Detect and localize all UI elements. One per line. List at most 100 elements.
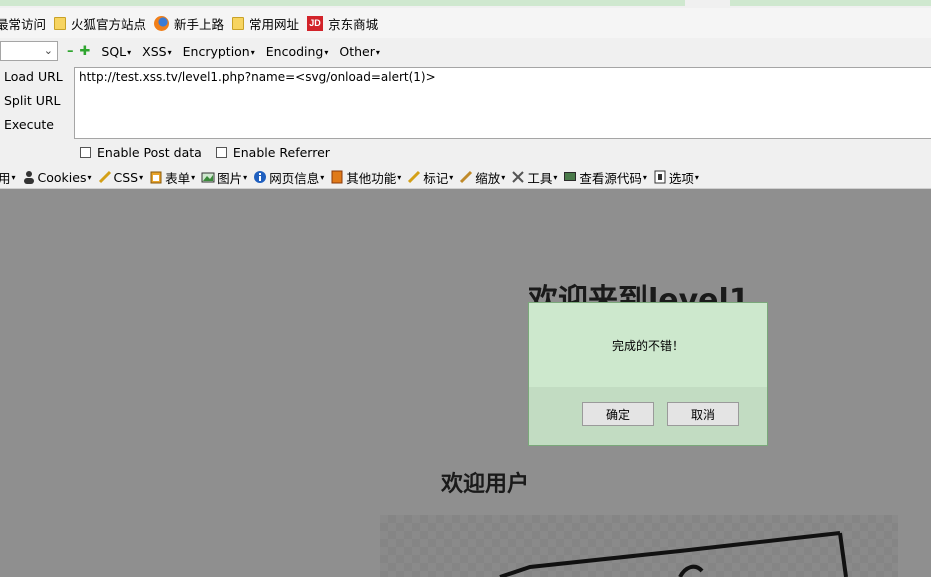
url-value: http://test.xss.tv/level1.php?name=<svg/…: [79, 70, 436, 84]
caret-down-icon: ▾: [642, 172, 647, 182]
menu-other[interactable]: Other▾: [339, 44, 380, 59]
devbar-label: CSS: [113, 169, 139, 185]
caret-down-icon: ▾: [320, 172, 325, 182]
caret-down-icon: ▾: [449, 172, 454, 182]
menu-sql[interactable]: SQL▾: [101, 44, 131, 59]
bookmarks-bar: 最常访问 火狐官方站点 新手上路 常用网址 JD 京东商城: [0, 8, 931, 39]
devbar-label: 表单: [165, 170, 191, 186]
caret-down-icon: ▾: [191, 172, 196, 182]
devbar-item-view-source[interactable]: 查看源代码 ▾: [563, 168, 647, 187]
web-developer-toolbar: 用 ▾ Cookies ▾ CSS ▾ 表单 ▾ 图片 ▾ 网页信息 ▾ 其他功能 ▾ 标记: [0, 166, 931, 189]
devbar-item-css[interactable]: CSS ▾: [98, 169, 144, 185]
bookmark-label: 常用网址: [249, 16, 300, 32]
caret-down-icon: ▾: [501, 172, 506, 182]
caret-down-icon: ▾: [397, 172, 402, 182]
caret-down-icon: ▾: [694, 172, 699, 182]
hackbar-options: Enable Post data Enable Referrer: [80, 145, 344, 160]
menu-xss[interactable]: XSS▾: [142, 44, 171, 59]
hackbar-select[interactable]: ⌄: [0, 41, 58, 61]
hackbar-actions: Load URL Split URL Execute: [0, 67, 72, 139]
devbar-item-page-info[interactable]: 网页信息 ▾: [253, 168, 324, 187]
caret-down-icon: ▾: [127, 47, 132, 57]
menu-encoding[interactable]: Encoding▾: [266, 44, 329, 59]
folder-icon: [54, 16, 67, 30]
caret-down-icon: ▾: [250, 47, 255, 57]
alert-dialog: 完成的不错！ 确定 取消: [528, 302, 768, 446]
devbar-label: 查看源代码: [579, 170, 642, 186]
jd-icon: JD: [307, 15, 324, 31]
menu-label: Encryption: [182, 43, 250, 59]
user-icon: [22, 170, 36, 184]
devbar-item-forms[interactable]: 表单 ▾: [149, 168, 195, 187]
caret-down-icon: ▾: [87, 172, 92, 182]
chevron-down-icon: ⌄: [43, 44, 53, 57]
caret-down-icon: ▾: [375, 47, 380, 57]
cancel-button[interactable]: 取消: [667, 402, 739, 426]
bookmark-label: 最常访问: [0, 16, 47, 32]
page-image: [380, 515, 898, 577]
ruler-icon: [459, 170, 473, 184]
bookmark-label: 火狐官方站点: [71, 16, 147, 32]
split-url-button[interactable]: Split URL: [0, 91, 72, 115]
devbar-item-tools[interactable]: 工具 ▾: [511, 168, 557, 187]
firefox-icon: [154, 15, 170, 31]
checkbox-box[interactable]: [80, 147, 91, 158]
menu-encryption[interactable]: Encryption▾: [183, 44, 255, 59]
image-icon: [201, 170, 215, 184]
pencil-icon: [98, 170, 112, 184]
caret-down-icon: ▾: [167, 47, 172, 57]
monitor-icon: [563, 170, 577, 184]
bookmark-jd[interactable]: JD 京东商城: [307, 14, 378, 33]
devbar-label: 选项: [668, 170, 694, 186]
options-icon: [653, 170, 667, 184]
bookmark-label: 京东商城: [328, 16, 379, 32]
devbar-label: 标记: [423, 170, 449, 186]
enable-post-checkbox[interactable]: Enable Post data: [80, 145, 202, 160]
menu-label: XSS: [142, 43, 167, 59]
url-textarea[interactable]: http://test.xss.tv/level1.php?name=<svg/…: [74, 67, 931, 139]
devbar-item-outline[interactable]: 标记 ▾: [407, 168, 453, 187]
page-content: 欢迎来到level1 欢迎用户: [0, 189, 931, 577]
info-icon: [253, 170, 267, 184]
active-tab[interactable]: [0, 0, 685, 6]
devbar-item-cookies[interactable]: Cookies ▾: [22, 170, 92, 185]
checkbox-label: Enable Post data: [97, 145, 202, 160]
ok-button[interactable]: 确定: [582, 402, 654, 426]
devbar-item-options[interactable]: 选项 ▾: [653, 168, 699, 187]
devbar-label: 其他功能: [346, 170, 397, 186]
devbar-item-images[interactable]: 图片 ▾: [201, 168, 247, 187]
devbar-label: Cookies: [37, 169, 87, 185]
devbar-label: 图片: [217, 170, 243, 186]
pencil-icon: [407, 170, 421, 184]
hackbar-toolbar: ⌄ – ✚ SQL▾ XSS▾ Encryption▾ Encoding▾ Ot…: [0, 38, 931, 64]
browser-window: 最常访问 火狐官方站点 新手上路 常用网址 JD 京东商城 ⌄ – ✚ SQL▾…: [0, 0, 931, 577]
menu-label: Encoding: [265, 43, 324, 59]
enable-referrer-checkbox[interactable]: Enable Referrer: [215, 145, 330, 160]
bookmark-firefox-site[interactable]: 火狐官方站点: [54, 14, 146, 33]
devbar-label: 缩放: [475, 170, 501, 186]
execute-button[interactable]: Execute: [0, 115, 72, 139]
minus-icon[interactable]: –: [67, 44, 74, 59]
devbar-item-misc[interactable]: 其他功能 ▾: [330, 168, 401, 187]
dialog-footer: 确定 取消: [529, 387, 767, 445]
devbar-label: 工具: [527, 170, 553, 186]
clipboard-icon: [149, 170, 163, 184]
bookmark-getting-started[interactable]: 新手上路: [154, 14, 224, 33]
plus-icon[interactable]: ✚: [80, 44, 91, 59]
checkbox-label: Enable Referrer: [232, 145, 330, 160]
devbar-label: 网页信息: [269, 170, 320, 186]
bookmark-most-visited[interactable]: 最常访问: [0, 14, 46, 33]
devbar-label: 用: [0, 170, 11, 186]
load-url-button[interactable]: Load URL: [0, 67, 72, 91]
devbar-item-disable[interactable]: 用 ▾: [0, 168, 16, 187]
inactive-tab[interactable]: [730, 0, 931, 6]
caret-down-icon: ▾: [553, 172, 558, 182]
bookmark-label: 新手上路: [174, 16, 225, 32]
dialog-message: 完成的不错！: [611, 338, 684, 353]
sketch-image: [499, 531, 848, 577]
checkbox-box[interactable]: [215, 147, 227, 158]
devbar-item-resize[interactable]: 缩放 ▾: [459, 168, 505, 187]
bookmark-common-sites[interactable]: 常用网址: [232, 14, 299, 33]
caret-down-icon: ▾: [139, 172, 144, 182]
tools-icon: [511, 170, 525, 184]
